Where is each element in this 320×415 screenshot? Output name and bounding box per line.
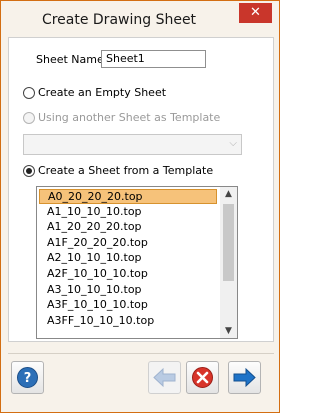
- list-item[interactable]: A3_10_10_10.top: [39, 282, 217, 297]
- radio-empty-sheet-label[interactable]: Create an Empty Sheet: [38, 86, 166, 99]
- list-item[interactable]: A1_20_20_20.top: [39, 219, 217, 234]
- scroll-up-icon[interactable]: ▲: [220, 189, 237, 199]
- list-item[interactable]: A0_20_20_20.top: [39, 189, 217, 204]
- sheet-name-field[interactable]: Sheet1: [101, 50, 206, 68]
- list-item[interactable]: A1_10_10_10.top: [39, 204, 217, 219]
- radio-from-template[interactable]: [23, 165, 35, 177]
- scrollbar-thumb[interactable]: [223, 204, 234, 281]
- radio-empty-sheet[interactable]: [23, 87, 35, 99]
- cancel-button[interactable]: [186, 361, 219, 394]
- list-item[interactable]: A3FF_10_10_10.top: [39, 313, 217, 328]
- template-sheet-dropdown: ⌵: [23, 134, 242, 155]
- back-arrow-icon: [153, 367, 176, 388]
- template-list-scrollbar[interactable]: ▲ ▼: [220, 187, 237, 338]
- cancel-icon: [192, 367, 213, 388]
- radio-from-template-label[interactable]: Create a Sheet from a Template: [38, 164, 213, 177]
- chevron-down-icon: ⌵: [229, 138, 237, 149]
- help-button[interactable]: ?: [11, 361, 44, 394]
- title-bar[interactable]: Create Drawing Sheet ✕: [1, 1, 281, 37]
- scroll-down-icon[interactable]: ▼: [220, 326, 237, 336]
- list-item[interactable]: A2F_10_10_10.top: [39, 266, 217, 281]
- dialog-title: Create Drawing Sheet: [41, 12, 197, 28]
- svg-text:?: ?: [24, 371, 32, 386]
- next-arrow-icon: [233, 367, 256, 388]
- footer-divider: [8, 353, 274, 354]
- next-button[interactable]: [228, 361, 261, 394]
- back-button: [148, 361, 181, 394]
- sheet-name-label: Sheet Name:: [36, 53, 108, 66]
- help-icon: ?: [17, 367, 38, 388]
- close-button[interactable]: ✕: [239, 3, 272, 23]
- create-drawing-sheet-dialog: Create Drawing Sheet ✕ Sheet Name: Sheet…: [0, 0, 280, 413]
- list-item[interactable]: A3F_10_10_10.top: [39, 297, 217, 312]
- radio-template-sheet: [23, 112, 35, 124]
- radio-template-sheet-label: Using another Sheet as Template: [38, 111, 221, 124]
- template-list[interactable]: A0_20_20_20.top A1_10_10_10.top A1_20_20…: [36, 186, 238, 339]
- list-item[interactable]: A1F_20_20_20.top: [39, 235, 217, 250]
- list-item[interactable]: A2_10_10_10.top: [39, 250, 217, 265]
- options-panel: Sheet Name: Sheet1 Create an Empty Sheet…: [8, 37, 274, 342]
